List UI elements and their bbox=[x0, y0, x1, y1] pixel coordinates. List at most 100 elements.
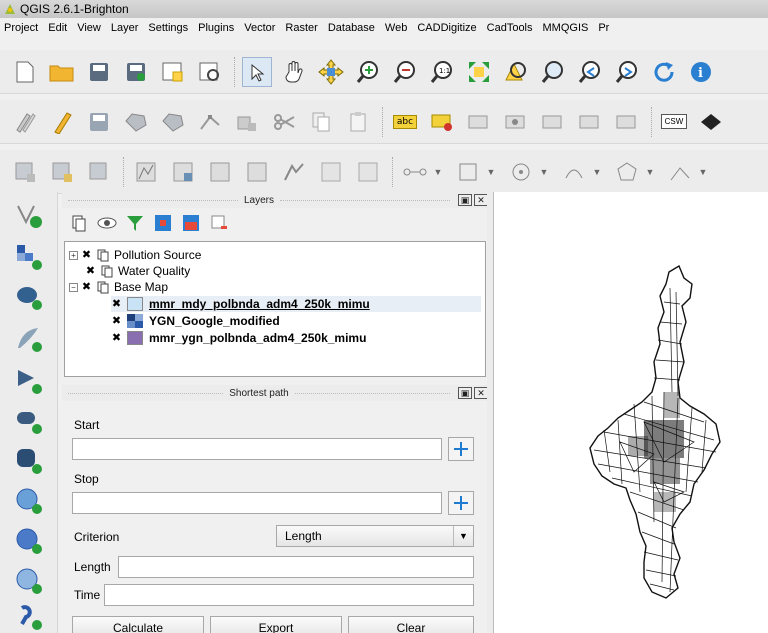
arc-tool-button[interactable] bbox=[559, 157, 589, 187]
layer-tree-item[interactable]: ✖ YGN_Google_modified bbox=[111, 313, 280, 329]
zoom-last-button[interactable] bbox=[575, 57, 605, 87]
menu-vector[interactable]: Vector bbox=[244, 22, 275, 34]
dropdown-arrow[interactable]: ▼ bbox=[537, 157, 551, 187]
menu-cadtools[interactable]: CadTools bbox=[487, 22, 533, 34]
move-label-button[interactable] bbox=[501, 107, 531, 137]
menu-caddigitize[interactable]: CADDigitize bbox=[417, 22, 476, 34]
manage-visibility-button[interactable] bbox=[96, 212, 118, 234]
expand-all-button[interactable] bbox=[152, 212, 174, 234]
layer-tree-item[interactable]: ✖ mmr_ygn_polbnda_adm4_250k_mimu bbox=[111, 330, 366, 346]
layer-tree-item[interactable]: + ✖ Pollution Source bbox=[69, 247, 201, 263]
menu-edit[interactable]: Edit bbox=[48, 22, 67, 34]
zoom-native-resolution-button[interactable]: 1:1 bbox=[427, 57, 457, 87]
change-label-button[interactable] bbox=[575, 107, 605, 137]
select-node-tool-button[interactable] bbox=[400, 157, 430, 187]
add-ring-button[interactable] bbox=[10, 157, 40, 187]
menu-layer[interactable]: Layer bbox=[111, 22, 139, 34]
csw-button[interactable]: CSW bbox=[659, 107, 689, 137]
start-point-input[interactable] bbox=[72, 438, 442, 460]
delete-ring-button[interactable] bbox=[168, 157, 198, 187]
rotate-label-button[interactable] bbox=[538, 107, 568, 137]
refresh-button[interactable] bbox=[649, 57, 679, 87]
remove-layer-button[interactable] bbox=[208, 212, 230, 234]
float-panel-button[interactable]: ▣ bbox=[458, 194, 473, 206]
layer-tree-item[interactable]: ✖ Water Quality bbox=[85, 263, 190, 279]
layer-visibility-checkbox[interactable]: ✖ bbox=[81, 281, 92, 293]
line-tool-button[interactable] bbox=[665, 157, 695, 187]
merge-features-button[interactable] bbox=[353, 157, 383, 187]
layer-visibility-checkbox[interactable]: ✖ bbox=[111, 315, 122, 327]
add-wms-layer-button[interactable] bbox=[12, 484, 46, 518]
menu-mmqgis[interactable]: MMQGIS bbox=[543, 22, 589, 34]
time-output[interactable] bbox=[104, 584, 474, 606]
pin-labels-button[interactable] bbox=[427, 107, 457, 137]
menu-web[interactable]: Web bbox=[385, 22, 407, 34]
map-canvas[interactable] bbox=[493, 192, 768, 633]
float-panel-button[interactable]: ▣ bbox=[458, 387, 473, 399]
cut-features-button[interactable] bbox=[269, 107, 299, 137]
filter-legend-button[interactable] bbox=[124, 212, 146, 234]
menu-database[interactable]: Database bbox=[328, 22, 375, 34]
fill-ring-button[interactable] bbox=[84, 157, 114, 187]
add-wcs-layer-button[interactable] bbox=[12, 524, 46, 558]
open-project-button[interactable] bbox=[47, 57, 77, 87]
dropdown-arrow[interactable]: ▼ bbox=[643, 157, 657, 187]
menu-project[interactable]: Project bbox=[4, 22, 38, 34]
pan-to-selection-button[interactable] bbox=[316, 57, 346, 87]
dropdown-arrow[interactable]: ▼ bbox=[696, 157, 710, 187]
layer-tree-item[interactable]: − ✖ Base Map bbox=[69, 279, 168, 295]
move-feature-button[interactable] bbox=[158, 107, 188, 137]
paste-features-button[interactable] bbox=[343, 107, 373, 137]
zoom-out-button[interactable] bbox=[390, 57, 420, 87]
add-feature-button[interactable] bbox=[121, 107, 151, 137]
dropdown-arrow[interactable]: ▼ bbox=[484, 157, 498, 187]
new-project-button[interactable] bbox=[10, 57, 40, 87]
split-features-button[interactable] bbox=[316, 157, 346, 187]
identify-button[interactable]: i bbox=[686, 57, 716, 87]
show-hide-labels-button[interactable] bbox=[464, 107, 494, 137]
menu-view[interactable]: View bbox=[77, 22, 101, 34]
add-vector-layer-button[interactable] bbox=[12, 198, 46, 232]
menu-processing[interactable]: Pr bbox=[598, 22, 609, 34]
simplify-feature-button[interactable] bbox=[131, 157, 161, 187]
collapse-toggle[interactable]: − bbox=[69, 282, 78, 292]
save-edits-button[interactable] bbox=[84, 107, 114, 137]
dropdown-arrow[interactable]: ▼ bbox=[431, 157, 445, 187]
reshape-features-button[interactable] bbox=[242, 157, 272, 187]
expand-toggle[interactable]: + bbox=[69, 250, 78, 260]
new-print-composer-button[interactable] bbox=[158, 57, 188, 87]
add-group-button[interactable] bbox=[68, 212, 90, 234]
add-spatialite-layer-button[interactable] bbox=[12, 322, 46, 356]
zoom-to-layer-button[interactable] bbox=[501, 57, 531, 87]
copy-features-button[interactable] bbox=[306, 107, 336, 137]
add-raster-layer-button[interactable] bbox=[12, 240, 46, 274]
calculate-button[interactable]: Calculate bbox=[72, 616, 204, 633]
zoom-next-button[interactable] bbox=[612, 57, 642, 87]
metasearch-button[interactable] bbox=[696, 107, 726, 137]
zoom-to-selection-button[interactable] bbox=[538, 57, 568, 87]
node-tool-button[interactable] bbox=[195, 107, 225, 137]
layer-visibility-checkbox[interactable]: ✖ bbox=[111, 332, 122, 344]
menu-raster[interactable]: Raster bbox=[285, 22, 317, 34]
pick-stop-point-button[interactable] bbox=[448, 491, 474, 515]
add-postgis-layer-button[interactable] bbox=[12, 280, 46, 314]
toggle-editing-button[interactable] bbox=[47, 107, 77, 137]
menu-settings[interactable]: Settings bbox=[148, 22, 188, 34]
offset-curve-button[interactable] bbox=[279, 157, 309, 187]
add-delimited-text-layer-button[interactable] bbox=[12, 600, 46, 633]
clear-button[interactable]: Clear bbox=[348, 616, 474, 633]
add-part-button[interactable] bbox=[47, 157, 77, 187]
layer-tree-item-selected[interactable]: ✖ mmr_mdy_polbnda_adm4_250k_mimu bbox=[111, 296, 481, 312]
layer-visibility-checkbox[interactable]: ✖ bbox=[85, 265, 96, 277]
add-mssql-layer-button[interactable] bbox=[12, 364, 46, 398]
circle-tool-button[interactable] bbox=[506, 157, 536, 187]
delete-selected-button[interactable] bbox=[232, 107, 262, 137]
dropdown-arrow[interactable]: ▼ bbox=[590, 157, 604, 187]
pan-map-button[interactable] bbox=[279, 57, 309, 87]
menu-plugins[interactable]: Plugins bbox=[198, 22, 234, 34]
layer-visibility-checkbox[interactable]: ✖ bbox=[81, 249, 92, 261]
composer-manager-button[interactable] bbox=[195, 57, 225, 87]
export-button[interactable]: Export bbox=[210, 616, 342, 633]
layer-visibility-checkbox[interactable]: ✖ bbox=[111, 298, 122, 310]
delete-part-button[interactable] bbox=[205, 157, 235, 187]
